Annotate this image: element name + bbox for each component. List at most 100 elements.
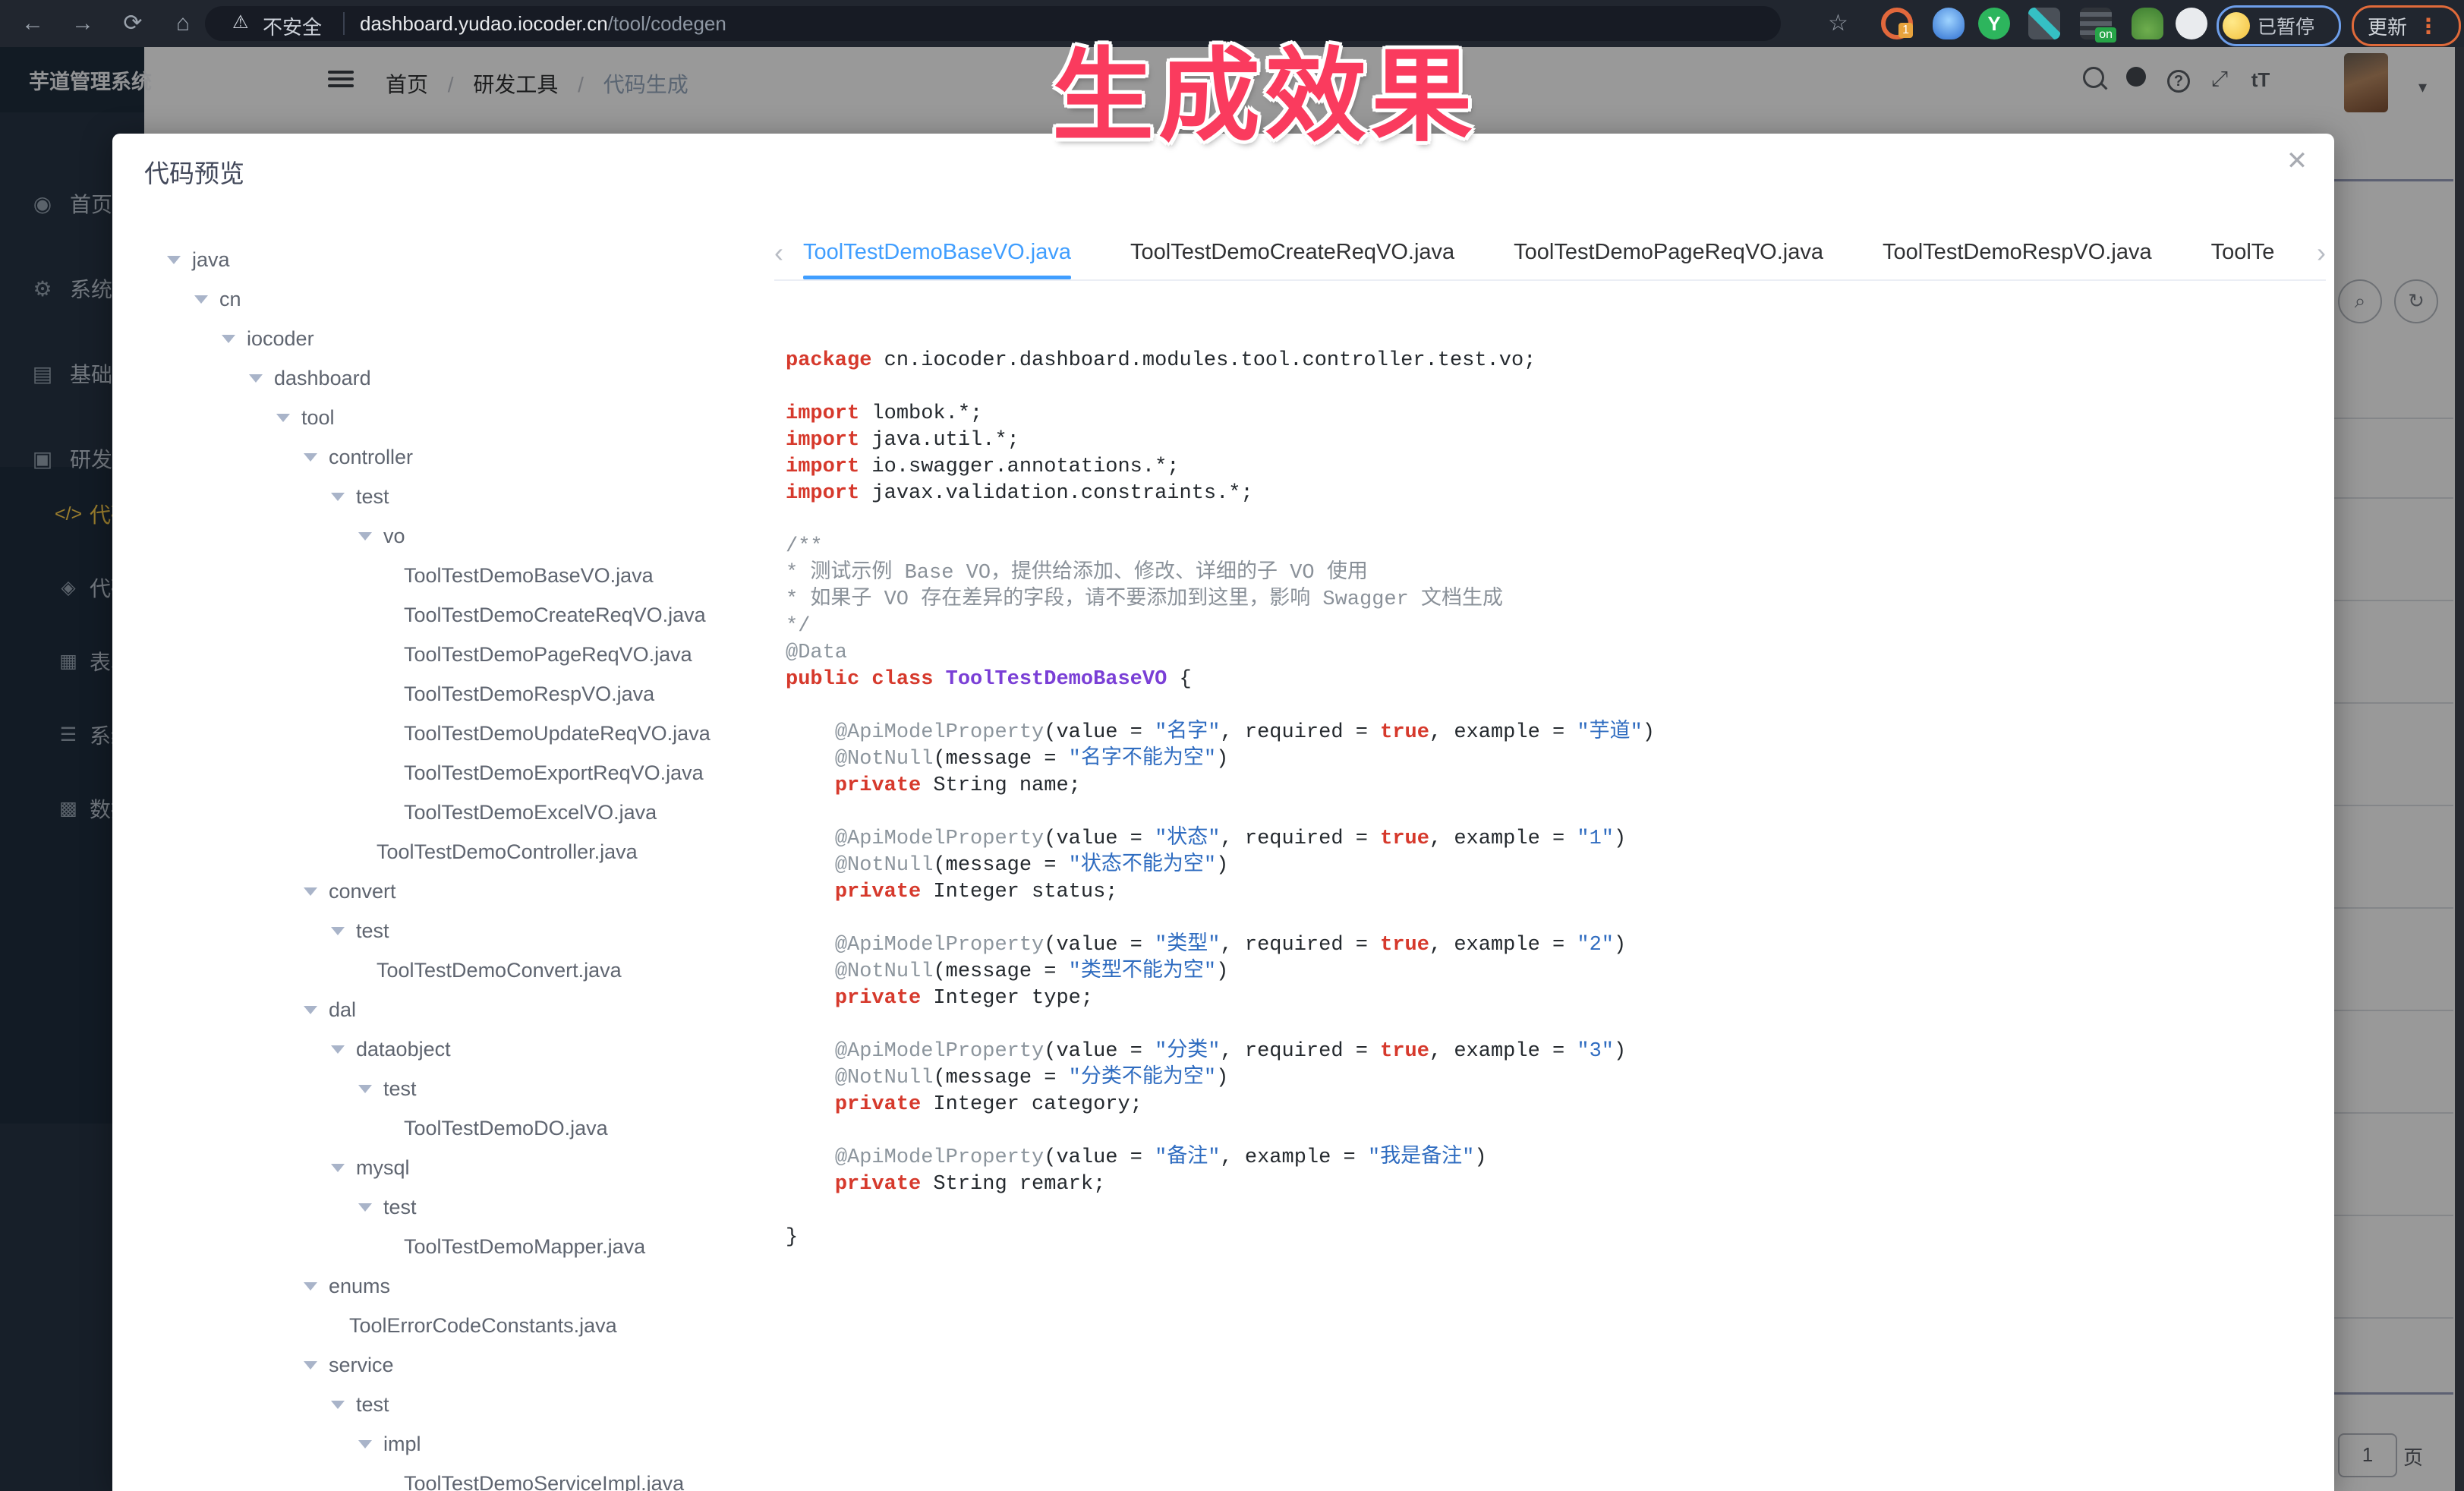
chrome-update-button[interactable]: 更新 ⋮ xyxy=(2352,5,2461,46)
paused-label: 已暂停 xyxy=(2258,12,2314,39)
tab-tooltestdemopagereqvo-java[interactable]: ToolTestDemoPageReqVO.java xyxy=(1514,228,1823,279)
tree-file[interactable]: ToolErrorCodeConstants.java xyxy=(112,1306,765,1345)
tree-file[interactable]: ToolTestDemoController.java xyxy=(112,832,765,872)
code-line xyxy=(786,799,2319,826)
tree-file[interactable]: ToolTestDemoPageReqVO.java xyxy=(112,635,765,674)
tree-file[interactable]: ToolTestDemoMapper.java xyxy=(112,1227,765,1266)
ext-icon-4[interactable] xyxy=(2028,8,2060,39)
tree-folder[interactable]: test xyxy=(112,1385,765,1424)
ext-icon-2[interactable] xyxy=(1933,8,1965,39)
caret-down-icon[interactable] xyxy=(358,1440,372,1448)
tree-folder[interactable]: service xyxy=(112,1345,765,1385)
tree-folder[interactable]: test xyxy=(112,1069,765,1108)
ext-icon-1[interactable]: 1 xyxy=(1881,8,1913,39)
tree-file[interactable]: ToolTestDemoConvert.java xyxy=(112,950,765,990)
caret-down-icon[interactable] xyxy=(194,295,208,304)
code-viewer[interactable]: package cn.iocoder.dashboard.modules.too… xyxy=(786,348,2319,1479)
tree-file[interactable]: ToolTestDemoCreateReqVO.java xyxy=(112,595,765,635)
caret-down-icon[interactable] xyxy=(304,453,317,462)
ext-icon-3[interactable]: Y xyxy=(1978,8,2010,39)
tree-node-label: ToolTestDemoConvert.java xyxy=(377,959,622,982)
caret-down-icon[interactable] xyxy=(304,1361,317,1370)
code-line: */ xyxy=(786,613,2319,640)
tree-node-label: impl xyxy=(383,1433,421,1456)
tree-folder[interactable]: cn xyxy=(112,279,765,319)
caret-down-icon[interactable] xyxy=(304,1006,317,1014)
address-bar[interactable]: ⚠ 不安全 dashboard.yudao.iocoder.cn/tool/co… xyxy=(205,6,1781,41)
tab-tooltestdemocreatereqvo-java[interactable]: ToolTestDemoCreateReqVO.java xyxy=(1130,228,1454,279)
caret-down-icon[interactable] xyxy=(331,1401,345,1409)
caret-down-icon[interactable] xyxy=(331,1045,345,1054)
ext-badge-on: on xyxy=(2095,27,2116,43)
tree-node-label: ToolTestDemoBaseVO.java xyxy=(404,564,654,588)
code-line xyxy=(786,1012,2319,1039)
browser-menu-icon[interactable]: ⋮ xyxy=(2418,14,2439,39)
caret-down-icon[interactable] xyxy=(167,256,181,264)
tree-file[interactable]: ToolTestDemoUpdateReqVO.java xyxy=(112,714,765,753)
tree-folder[interactable]: vo xyxy=(112,516,765,556)
file-tabs-bar: ‹ ToolTestDemoBaseVO.java ToolTestDemoCre… xyxy=(774,228,2326,281)
tree-file[interactable]: ToolTestDemoServiceImpl.java xyxy=(112,1464,765,1491)
tree-node-label: mysql xyxy=(356,1156,410,1180)
tree-file[interactable]: ToolTestDemoExportReqVO.java xyxy=(112,753,765,793)
code-line: @ApiModelProperty(value = "类型", required… xyxy=(786,932,2319,959)
tree-folder[interactable]: impl xyxy=(112,1424,765,1464)
ext-icon-6[interactable] xyxy=(2132,8,2163,39)
tree-node-label: convert xyxy=(329,880,396,903)
tree-node-label: vo xyxy=(383,525,405,548)
tree-file[interactable]: ToolTestDemoRespVO.java xyxy=(112,674,765,714)
back-icon[interactable]: ← xyxy=(17,8,49,39)
caret-down-icon[interactable] xyxy=(358,1085,372,1093)
tree-node-label: tool xyxy=(301,406,335,430)
caret-down-icon[interactable] xyxy=(331,1164,345,1172)
tree-file[interactable]: ToolTestDemoExcelVO.java xyxy=(112,793,765,832)
tree-folder[interactable]: dataobject xyxy=(112,1029,765,1069)
tab-toolte[interactable]: ToolTe xyxy=(2211,228,2275,279)
code-line: } xyxy=(786,1225,2319,1251)
tabs-scroll-right-icon[interactable]: › xyxy=(2317,237,2326,269)
recording-paused-chip[interactable]: 已暂停 xyxy=(2217,5,2341,46)
tree-node-label: ToolTestDemoPageReqVO.java xyxy=(404,643,692,667)
url-text[interactable]: dashboard.yudao.iocoder.cn/tool/codegen xyxy=(360,12,726,36)
caret-down-icon[interactable] xyxy=(249,374,263,383)
file-tree[interactable]: javacniocoderdashboardtoolcontrollertest… xyxy=(112,240,765,1491)
tree-node-label: test xyxy=(383,1196,417,1219)
tree-file[interactable]: ToolTestDemoDO.java xyxy=(112,1108,765,1148)
tree-node-label: ToolTestDemoExportReqVO.java xyxy=(404,761,704,785)
home-icon[interactable]: ⌂ xyxy=(167,8,199,39)
caret-down-icon[interactable] xyxy=(331,493,345,501)
tab-tooltestdemobasevo-java[interactable]: ToolTestDemoBaseVO.java xyxy=(803,228,1071,279)
caret-down-icon[interactable] xyxy=(358,1203,372,1212)
tree-node-label: ToolErrorCodeConstants.java xyxy=(349,1314,617,1338)
caret-down-icon[interactable] xyxy=(331,927,345,935)
tree-folder[interactable]: java xyxy=(112,240,765,279)
tree-folder[interactable]: convert xyxy=(112,872,765,911)
close-icon[interactable]: ✕ xyxy=(2280,144,2314,178)
code-line xyxy=(786,906,2319,932)
caret-down-icon[interactable] xyxy=(222,335,235,343)
bookmark-star-icon[interactable]: ☆ xyxy=(1828,10,1848,36)
reload-icon[interactable]: ⟳ xyxy=(117,8,149,39)
ext-icon-5[interactable]: on xyxy=(2080,8,2112,39)
tree-folder[interactable]: iocoder xyxy=(112,319,765,358)
caret-down-icon[interactable] xyxy=(304,1282,317,1291)
forward-icon[interactable]: → xyxy=(67,8,99,39)
tree-folder[interactable]: dashboard xyxy=(112,358,765,398)
tree-folder[interactable]: test xyxy=(112,1187,765,1227)
caret-down-icon[interactable] xyxy=(358,532,372,541)
tree-folder[interactable]: dal xyxy=(112,990,765,1029)
code-line: package cn.iocoder.dashboard.modules.too… xyxy=(786,348,2319,374)
tree-folder[interactable]: test xyxy=(112,911,765,950)
caret-down-icon[interactable] xyxy=(304,887,317,896)
tree-folder[interactable]: enums xyxy=(112,1266,765,1306)
extensions-puzzle-icon[interactable] xyxy=(2176,8,2207,39)
tree-folder[interactable]: test xyxy=(112,477,765,516)
tabs-scroll-left-icon[interactable]: ‹ xyxy=(774,237,783,269)
tree-file[interactable]: ToolTestDemoBaseVO.java xyxy=(112,556,765,595)
caret-down-icon[interactable] xyxy=(276,414,290,422)
tab-tooltestdemorespvo-java[interactable]: ToolTestDemoRespVO.java xyxy=(1883,228,2152,279)
code-line: @NotNull(message = "分类不能为空") xyxy=(786,1065,2319,1092)
tree-folder[interactable]: tool xyxy=(112,398,765,437)
tree-folder[interactable]: controller xyxy=(112,437,765,477)
tree-folder[interactable]: mysql xyxy=(112,1148,765,1187)
